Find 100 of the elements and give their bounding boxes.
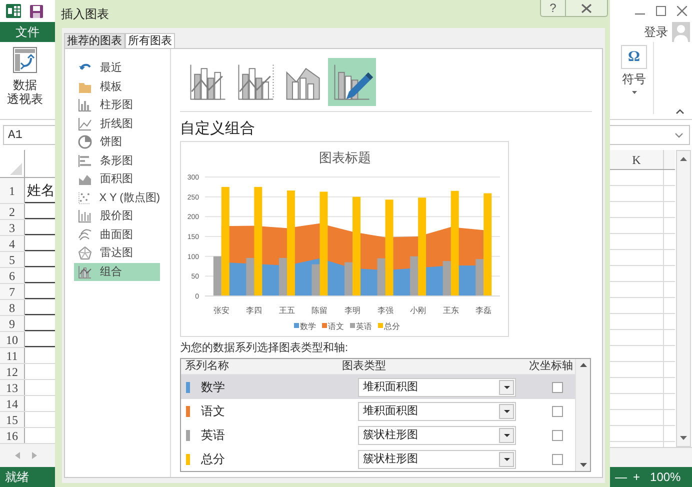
checkbox[interactable] [552, 430, 563, 440]
pivot-table-icon [13, 47, 37, 73]
area-chart-icon [78, 172, 92, 186]
chart-title: 图表标题 [319, 150, 371, 165]
row-number[interactable]: 4 [9, 238, 15, 250]
chart-category-item[interactable]: 股价图 [74, 207, 160, 226]
horizontal-scrollbar[interactable] [610, 447, 692, 467]
chart-category-item[interactable]: 最近 [74, 59, 160, 78]
expand-chevron-icon[interactable] [675, 132, 683, 138]
row-number[interactable]: 8 [9, 302, 15, 314]
row-number[interactable]: 7 [9, 286, 15, 298]
scroll-up-icon[interactable] [580, 363, 586, 367]
column-header: 次坐标轴 [529, 359, 574, 374]
close-button[interactable] [566, 0, 608, 17]
chart-type-dropdown[interactable]: 簇状柱形图 [358, 426, 516, 444]
axis-label: 王东 [442, 306, 459, 315]
line-chart-icon [78, 116, 92, 131]
stock-chart-icon [78, 209, 92, 224]
column-header: 系列名称 [184, 359, 230, 374]
chart-category-item[interactable]: 折线图 [74, 114, 160, 133]
file-tab[interactable]: 文件 [0, 22, 55, 42]
zoom-level[interactable]: 100% [650, 468, 681, 486]
chart-type-dropdown[interactable]: 堆积面积图 [358, 402, 516, 420]
save-icon[interactable] [30, 4, 43, 18]
axis-label: 李磊 [476, 306, 492, 315]
spreadsheet-logo-icon [6, 4, 21, 18]
status-text: 就绪 [5, 469, 29, 486]
chart-category-item[interactable]: X Y (散点图) [74, 188, 160, 207]
table-cell: 姓名 [27, 182, 55, 198]
column-chart-icon [78, 98, 92, 112]
column-header[interactable]: K [632, 150, 641, 168]
series-name: 总分 [201, 451, 226, 468]
section-heading: 自定义组合 [180, 120, 256, 138]
legend-label: 语文 [328, 322, 344, 331]
caret-icon [504, 410, 510, 412]
series-prompt: 为您的数据系列选择图表类型和轴: [180, 341, 350, 355]
pie-chart-icon [78, 135, 92, 150]
combo-chart-icon [78, 264, 92, 279]
checkbox[interactable] [552, 406, 563, 416]
caret-icon [504, 434, 510, 436]
row-number[interactable]: 6 [9, 270, 15, 282]
tab[interactable]: 推荐的图表 [64, 33, 125, 48]
symbol-button[interactable]: Ω 符号 [618, 42, 650, 119]
series-row[interactable]: 数学 堆积面积图 [181, 375, 575, 399]
chart-category-item[interactable]: 雷达图 [74, 244, 160, 262]
scrollbar[interactable] [575, 359, 590, 471]
scroll-down-icon[interactable] [580, 463, 586, 467]
bar-chart-icon [78, 154, 92, 168]
login-link[interactable]: 登录 [644, 23, 668, 41]
row-number[interactable]: 5 [9, 254, 15, 266]
scroll-down-icon[interactable] [680, 436, 687, 440]
zoom-in-button[interactable]: + [633, 470, 640, 484]
close-icon [581, 4, 592, 12]
chart-category-item[interactable]: 面积图 [74, 170, 160, 188]
axis-label: 李明 [344, 306, 360, 315]
chart-category-item[interactable]: 柱形图 [74, 96, 160, 114]
row-number[interactable]: 1 [9, 184, 15, 196]
chart-type-dropdown[interactable]: 簇状柱形图 [358, 450, 516, 468]
dialog-title: 插入图表 [60, 6, 109, 23]
axis-label: 小刚 [410, 306, 426, 315]
maximize-icon[interactable] [656, 6, 666, 16]
caret-icon [632, 91, 636, 94]
pivot-table-button[interactable]: 数据 透视表 [2, 47, 48, 106]
omega-icon: Ω [621, 45, 647, 69]
legend-label: 总分 [384, 322, 400, 331]
series-name: 数学 [201, 379, 226, 396]
radar-chart-icon [78, 246, 92, 260]
axis-label: 李四 [246, 306, 262, 315]
checkbox[interactable] [552, 454, 563, 464]
caret-icon [504, 458, 510, 460]
chart-category-item[interactable]: 条形图 [74, 152, 160, 170]
column-header: 图表类型 [341, 359, 388, 374]
axis-label: 张安 [213, 306, 230, 315]
chart-category-item[interactable]: 模板 [74, 78, 160, 96]
scatter-chart-icon [78, 190, 92, 205]
scrollbar[interactable] [676, 150, 691, 447]
zoom-out-button[interactable]: — [615, 470, 627, 484]
chart-subtype-button[interactable] [328, 58, 376, 106]
tab[interactable]: 所有图表 [125, 33, 175, 48]
axis-label: 李强 [377, 306, 394, 315]
series-name: 英语 [201, 427, 226, 444]
row-number[interactable]: 9 [9, 318, 15, 330]
chart-type-dropdown[interactable]: 堆积面积图 [358, 378, 516, 396]
close-icon[interactable] [677, 6, 687, 16]
chart-category-item[interactable]: 组合 [74, 262, 160, 281]
series-name: 语文 [201, 403, 226, 420]
axis-label: 陈留 [312, 306, 328, 315]
surface-chart-icon [78, 228, 92, 242]
row-number[interactable]: 2 [9, 206, 15, 218]
checkbox[interactable] [552, 382, 563, 392]
axis-label: 王五 [278, 306, 295, 315]
chart-category-item[interactable]: 曲面图 [74, 226, 160, 244]
help-button[interactable]: ? [540, 0, 566, 17]
row-number[interactable]: 3 [9, 222, 15, 234]
scroll-up-icon[interactable] [680, 157, 687, 161]
legend-label: 英语 [356, 322, 372, 331]
caret-icon [504, 386, 510, 388]
collapse-chevron-icon[interactable] [676, 109, 684, 114]
legend-label: 数学 [300, 322, 316, 331]
chart-category-item[interactable]: 饼图 [74, 133, 160, 152]
